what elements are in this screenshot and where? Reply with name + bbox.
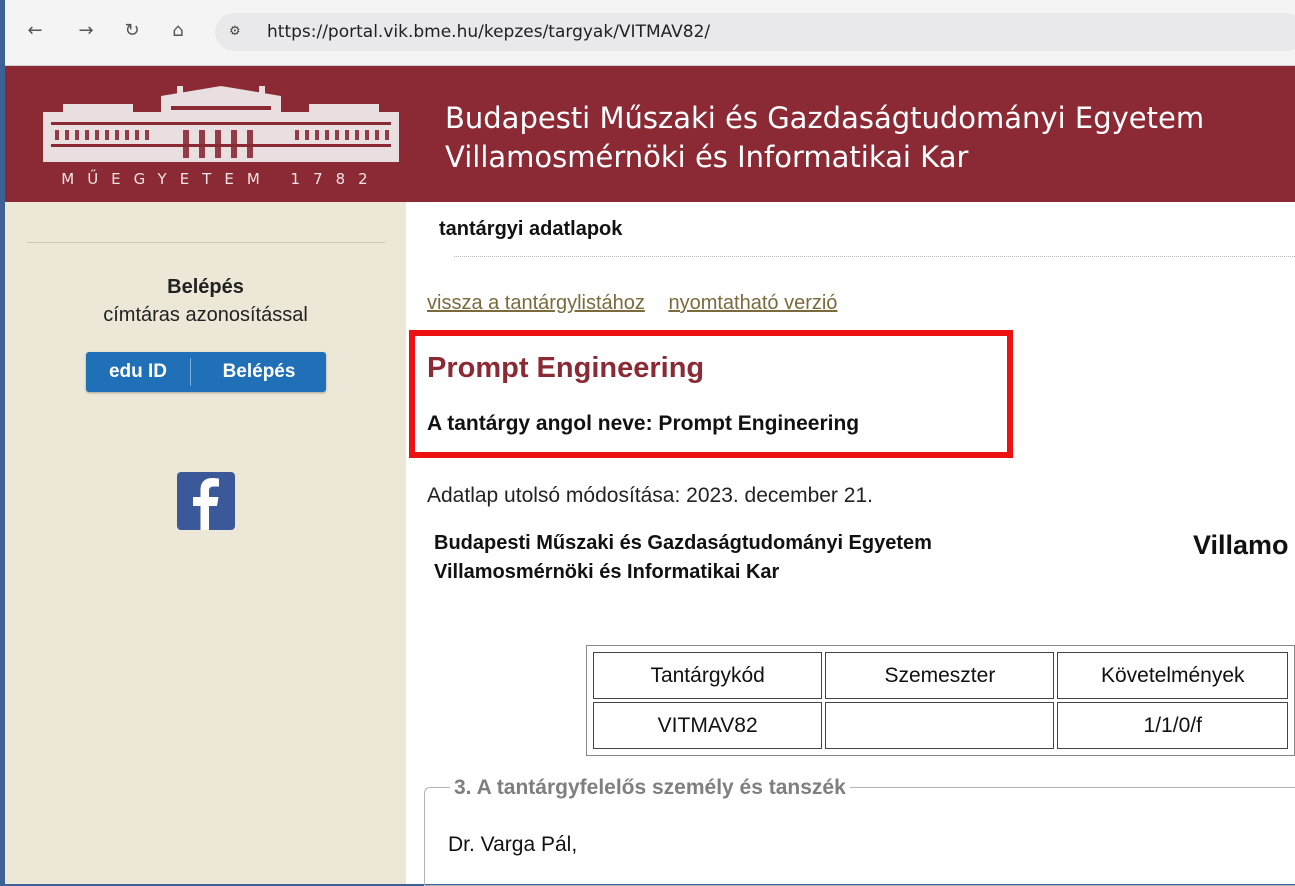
logo-text: MŰEGYETEM 1782: [61, 170, 381, 188]
browser-toolbar: ← → ↻ ⌂ ⚙ https://portal.vik.bme.hu/kepz…: [5, 0, 1295, 66]
english-name: A tantárgy angol neve: Prompt Engineerin…: [427, 412, 860, 435]
faculty-heading: Villamo: [1193, 530, 1289, 560]
university-name: Budapesti Műszaki és Gazdaságtudományi E…: [434, 532, 932, 554]
course-title: Prompt Engineering: [427, 352, 705, 384]
header-title[interactable]: Budapesti Műszaki és Gazdaságtudományi E…: [445, 99, 1204, 177]
login-title: Belépés: [167, 276, 244, 298]
eduid-separator: [190, 358, 191, 386]
forward-icon[interactable]: →: [73, 18, 99, 44]
table-cell: 1/1/0/f: [1057, 702, 1288, 749]
university-logo[interactable]: MŰEGYETEM 1782: [43, 86, 399, 188]
back-icon[interactable]: ←: [22, 18, 48, 44]
facebook-logo-icon: [193, 478, 219, 530]
site-info-icon[interactable]: ⚙: [229, 22, 249, 42]
sidebar-divider: [27, 242, 385, 243]
eduid-login-label: Belépés: [222, 361, 296, 382]
university-block: Budapesti Műszaki és Gazdaságtudományi E…: [434, 529, 932, 587]
section-title: tantárgyi adatlapok: [439, 218, 623, 240]
print-version-link[interactable]: nyomtatható verzió: [668, 292, 837, 314]
header-faculty[interactable]: Villamosmérnöki és Informatikai Kar: [445, 138, 1204, 177]
home-icon[interactable]: ⌂: [165, 18, 191, 44]
back-to-list-link[interactable]: vissza a tantárgylistához: [427, 292, 645, 314]
table-row: VITMAV82 1/1/0/f: [593, 702, 1288, 749]
facebook-icon[interactable]: [177, 472, 235, 530]
table-cell: [825, 702, 1055, 749]
table-header-row: Tantárgykód Szemeszter Követelmények: [593, 652, 1288, 699]
nav-links: vissza a tantárgylistához nyomtatható ve…: [427, 292, 855, 315]
building-logo-icon: [43, 86, 399, 162]
table-header: Tantárgykód: [593, 652, 823, 699]
url-text[interactable]: https://portal.vik.bme.hu/kepzes/targyak…: [267, 22, 710, 42]
last-modified: Adatlap utolsó módosítása: 2023. decembe…: [427, 484, 873, 507]
course-info-table: Tantárgykód Szemeszter Követelmények VIT…: [586, 645, 1295, 756]
login-subtitle: címtáras azonosítással: [103, 304, 308, 326]
address-bar[interactable]: ⚙ https://portal.vik.bme.hu/kepzes/targy…: [215, 13, 1295, 51]
eduid-login-button[interactable]: edu ID Belépés: [86, 352, 326, 392]
table-header: Követelmények: [1057, 652, 1288, 699]
table-cell: VITMAV82: [593, 702, 823, 749]
eduid-logo-icon: edu ID: [108, 361, 168, 382]
reload-icon[interactable]: ↻: [119, 18, 145, 44]
table-header: Szemeszter: [825, 652, 1055, 699]
responsible-legend: 3. A tantárgyfelelős személy és tanszék: [450, 776, 850, 800]
main-content: tantárgyi adatlapok vissza a tantárgylis…: [406, 202, 1295, 886]
responsible-person: Dr. Varga Pál,: [448, 833, 578, 856]
faculty-name: Villamosmérnöki és Informatikai Kar: [434, 561, 780, 583]
site-header: MŰEGYETEM 1782 Budapesti Műszaki és Gazd…: [5, 66, 1295, 202]
sidebar: Belépés címtáras azonosítással edu ID Be…: [5, 202, 406, 884]
highlight-box: [409, 330, 1013, 458]
section-divider: [454, 256, 1295, 257]
header-university[interactable]: Budapesti Műszaki és Gazdaságtudományi E…: [445, 99, 1204, 138]
